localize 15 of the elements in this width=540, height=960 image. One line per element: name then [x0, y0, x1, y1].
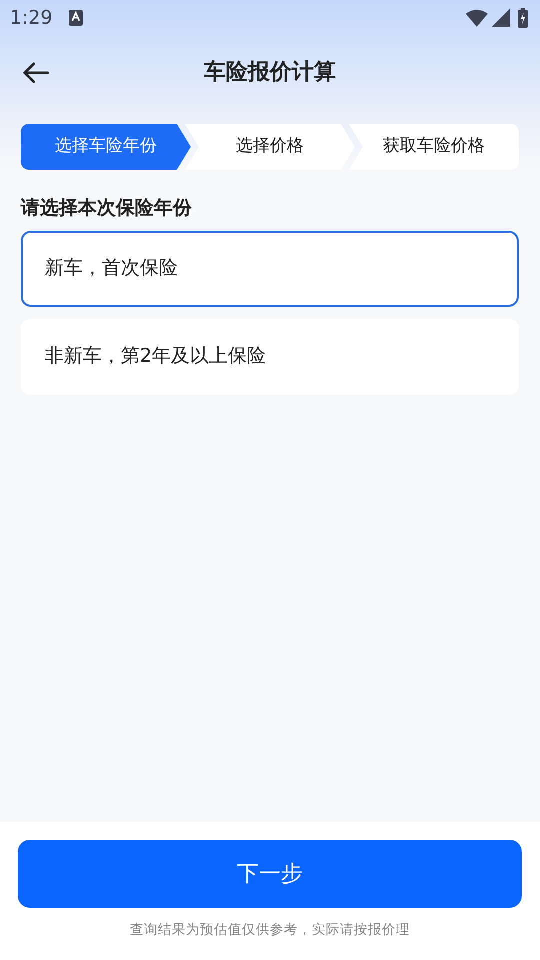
year-option[interactable]: 新车，首次保险	[21, 230, 519, 306]
year-option[interactable]: 非新车，第2年及以上保险	[21, 318, 519, 394]
step-tab[interactable]: 获取车险价格	[349, 124, 519, 170]
back-arrow-icon	[22, 62, 50, 84]
battery-icon	[518, 8, 528, 28]
signal-icon	[492, 9, 510, 27]
status-time: 1:29	[10, 6, 53, 31]
wifi-icon	[466, 10, 488, 26]
step-tab[interactable]: 选择车险年份	[21, 124, 191, 170]
keyboard-icon	[68, 10, 83, 26]
section-title: 请选择本次保险年份	[21, 196, 193, 221]
disclaimer-text: 查询结果为预估值仅供参考，实际请按报价理	[129, 921, 411, 940]
step-tab[interactable]: 选择价格	[185, 124, 355, 170]
next-step-button[interactable]: 下一步	[18, 840, 522, 908]
page-title: 车险报价计算	[204, 58, 336, 86]
